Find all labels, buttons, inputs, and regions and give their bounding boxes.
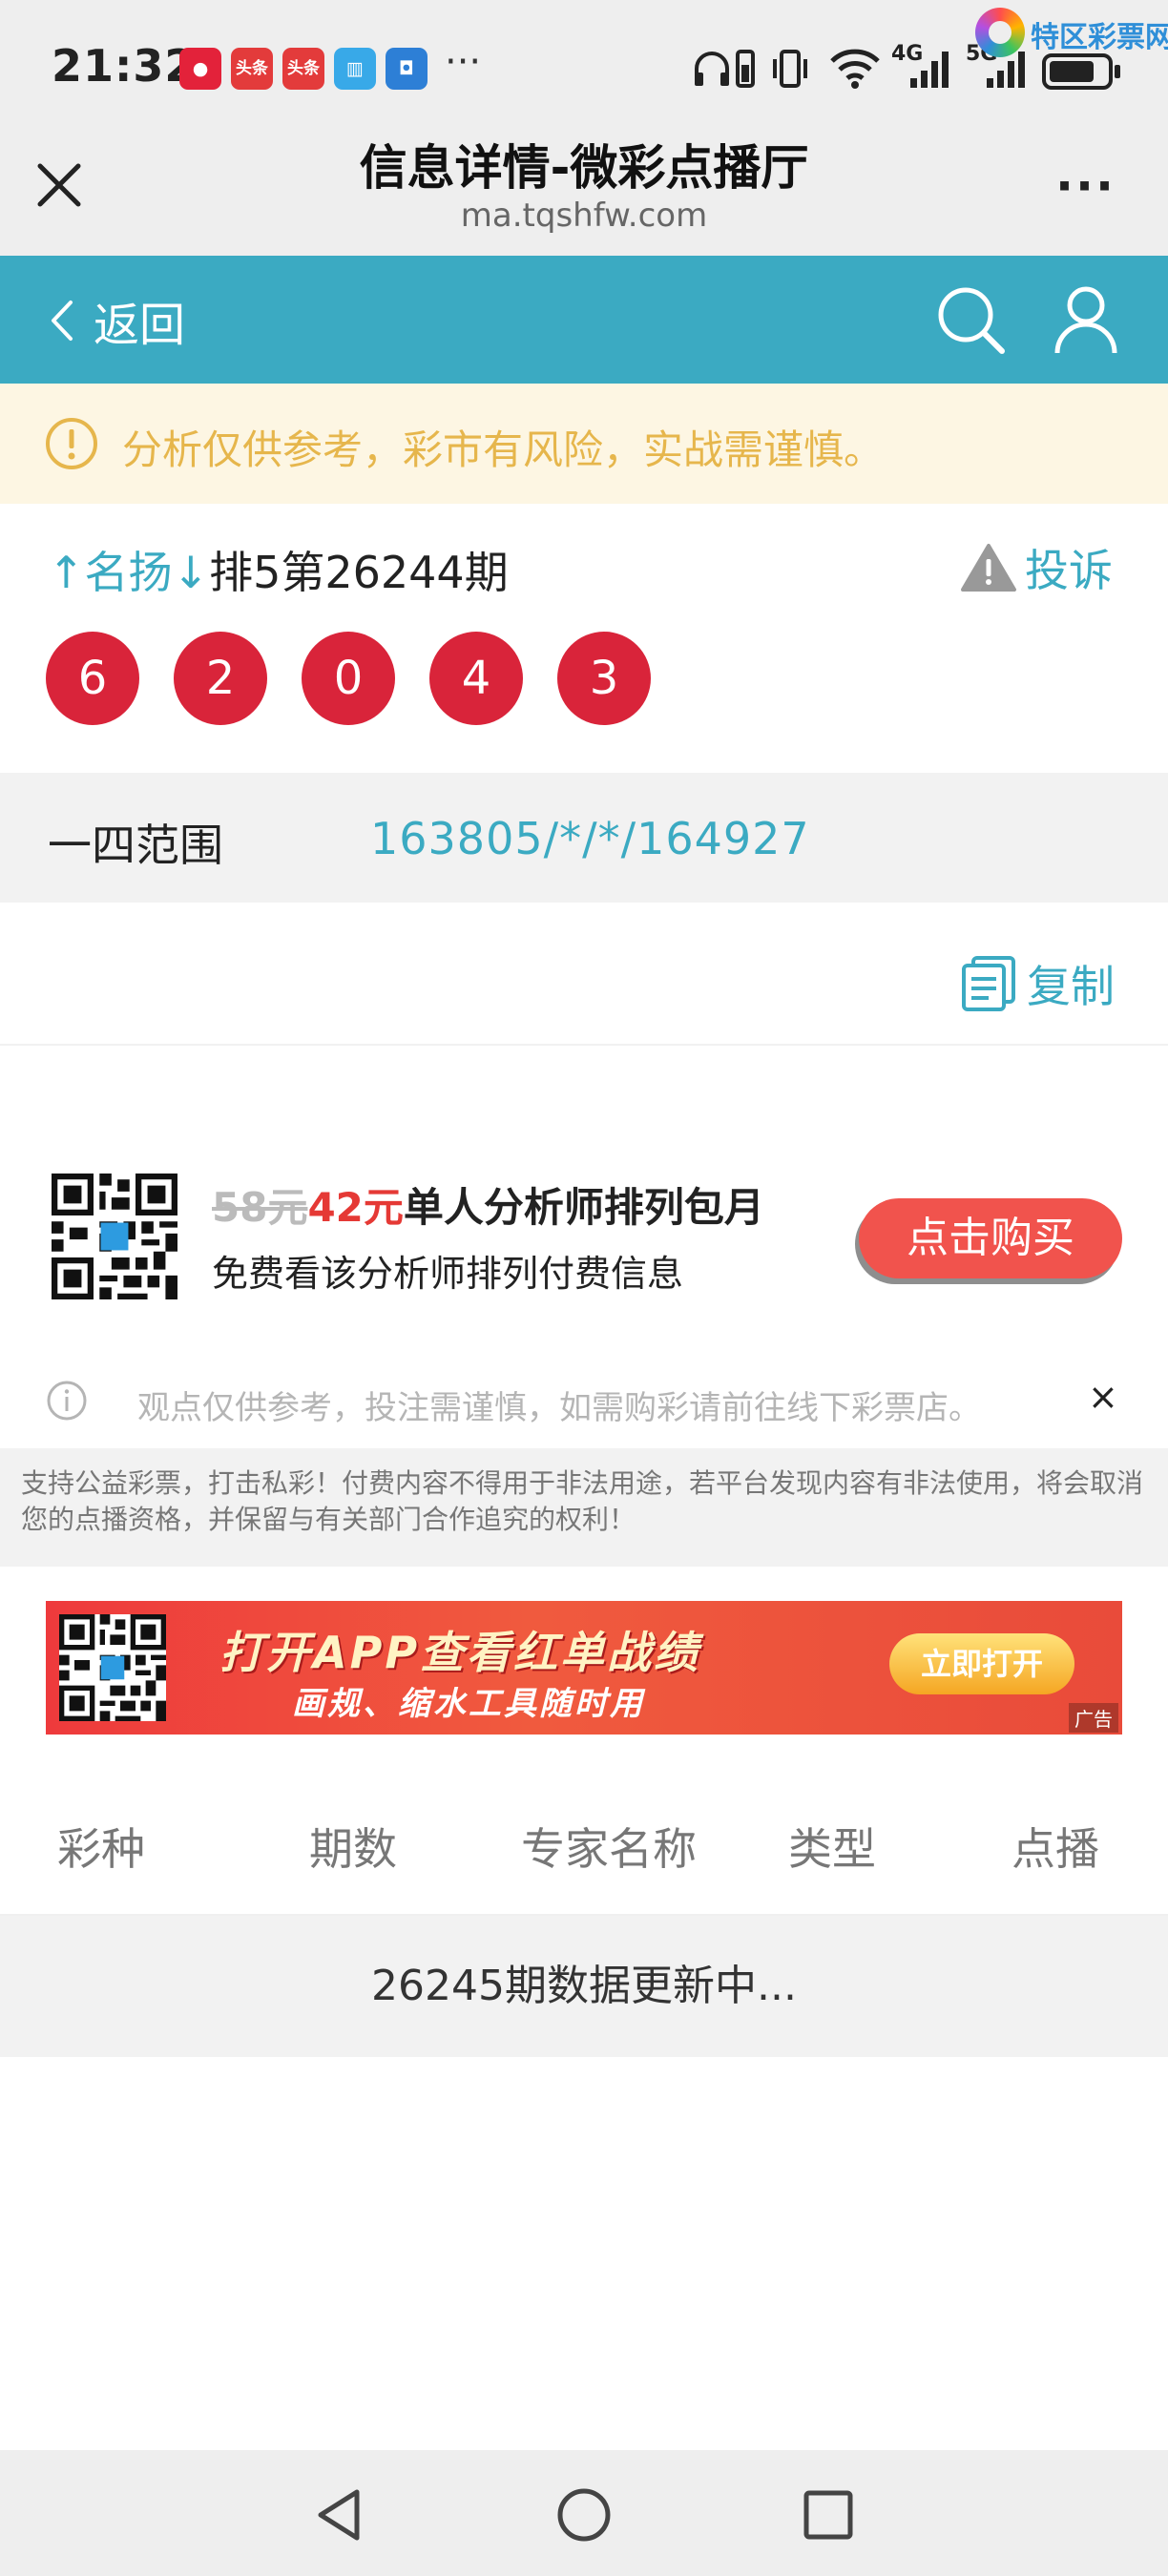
ad-headline: 打开APP查看红单战绩 bbox=[219, 1627, 701, 1678]
number-ball: 0 bbox=[302, 632, 395, 725]
status-bar: 21:32 ● 头条 头条 ▥ ◘ ··· 4G 5G 特区彩票网 bbox=[0, 8, 1168, 103]
watermark-text: 特区彩票网 bbox=[1031, 21, 1168, 54]
number-ball: 6 bbox=[46, 632, 139, 725]
ad-badge: 广告 bbox=[1069, 1703, 1118, 1733]
package-name: 单人分析师排列包月 bbox=[403, 1184, 764, 1231]
battery-icon bbox=[1042, 53, 1120, 90]
recents-square-icon[interactable] bbox=[798, 2484, 859, 2545]
battery-level bbox=[1050, 61, 1094, 82]
issue-header: ↑名扬↓排5第26244期 投诉 6 2 0 4 3 bbox=[0, 504, 1168, 777]
old-price: 58元 bbox=[212, 1184, 308, 1231]
page-url: ma.tqshfw.com bbox=[460, 197, 708, 235]
vibrate-icon bbox=[773, 50, 807, 88]
search-icon[interactable] bbox=[935, 284, 1006, 355]
column-header: 期数 bbox=[309, 1823, 397, 1875]
app-download-ad[interactable]: 打开APP查看红单战绩 画规、缩水工具随时用 立即打开 广告 bbox=[46, 1601, 1122, 1735]
table-header: 彩种 期数 专家名称 类型 点播 bbox=[0, 1773, 1168, 1916]
number-ball: 2 bbox=[174, 632, 267, 725]
browser-header: 21:32 ● 头条 头条 ▥ ◘ ··· 4G 5G 特区彩票网 bbox=[0, 0, 1168, 134]
ad-subline: 画规、缩水工具随时用 bbox=[292, 1685, 645, 1723]
toutiao-icon-2: 头条 bbox=[282, 48, 324, 90]
copy-row: 复制 bbox=[0, 903, 1168, 1046]
toutiao-icon: 头条 bbox=[231, 48, 273, 90]
issue-title: ↑名扬↓排5第26244期 bbox=[48, 538, 509, 601]
ad-open-button[interactable]: 立即打开 bbox=[889, 1633, 1074, 1694]
sim-icon bbox=[736, 50, 755, 88]
notice-text: 观点仅供参考，投注需谨慎，如需购彩请前往线下彩票店。 bbox=[137, 1389, 981, 1427]
book-app-icon: ▥ bbox=[334, 48, 376, 90]
info-icon bbox=[46, 418, 97, 469]
status-time: 21:32 bbox=[52, 40, 197, 92]
home-circle-icon[interactable] bbox=[553, 2484, 615, 2545]
complain-label: 投诉 bbox=[1025, 545, 1113, 596]
app-notification-icon: ● bbox=[179, 48, 221, 90]
column-header: 点播 bbox=[1012, 1823, 1099, 1875]
system-navigation-bar bbox=[0, 2450, 1168, 2576]
site-navbar: 返回 bbox=[0, 256, 1168, 384]
copy-button[interactable]: 复制 bbox=[960, 952, 1115, 1015]
chevron-left-icon bbox=[52, 301, 73, 341]
watermark-logo-icon bbox=[975, 8, 1025, 57]
wifi-icon bbox=[830, 49, 880, 89]
back-button[interactable]: 返回 bbox=[50, 290, 186, 352]
more-menu-icon[interactable]: ··· bbox=[1055, 158, 1116, 214]
risk-warning-banner: 分析仅供参考，彩市有风险，实战需谨慎。 bbox=[0, 384, 1168, 504]
promo-subtitle: 免费看该分析师排列付费信息 bbox=[212, 1253, 684, 1295]
number-ball: 4 bbox=[429, 632, 523, 725]
purchase-notice: 观点仅供参考，投注需谨慎，如需购彩请前往线下彩票店。 × bbox=[0, 1355, 1168, 1446]
copy-icon bbox=[962, 956, 1015, 1011]
copy-label: 复制 bbox=[1027, 961, 1115, 1012]
monthly-package-promo: 58元42元单人分析师排列包月 免费看该分析师排列付费信息 点击购买 bbox=[0, 1126, 1168, 1345]
buy-button[interactable]: 点击购买 bbox=[859, 1198, 1122, 1278]
page-title: 信息详情-微彩点播厅 bbox=[359, 140, 809, 196]
more-notifications-icon: ··· bbox=[445, 40, 482, 84]
ad-qr-code-icon bbox=[59, 1614, 166, 1721]
headphones-icon bbox=[695, 52, 729, 86]
legal-disclaimer: 支持公益彩票，打击私彩！付费内容不得用于非法用途，若平台发现内容有非法使用，将会… bbox=[0, 1448, 1168, 1567]
promo-title: 58元42元单人分析师排列包月 bbox=[212, 1175, 764, 1234]
new-price: 42元 bbox=[307, 1184, 404, 1231]
user-icon[interactable] bbox=[1053, 284, 1118, 355]
column-header: 类型 bbox=[788, 1823, 876, 1875]
back-triangle-icon[interactable] bbox=[309, 2484, 370, 2545]
issue-number: 排5第26244期 bbox=[209, 547, 509, 598]
risk-warning-text: 分析仅供参考，彩市有风险，实战需谨慎。 bbox=[122, 426, 885, 473]
range-value: 163805/*/*/164927 bbox=[370, 813, 810, 864]
qr-code-icon bbox=[52, 1174, 177, 1299]
signal-4g-icon bbox=[910, 52, 949, 88]
prediction-range-row: 一四范围 163805/*/*/164927 bbox=[0, 773, 1168, 903]
wallet-app-icon: ◘ bbox=[386, 48, 428, 90]
winning-numbers: 6 2 0 4 3 bbox=[46, 632, 685, 725]
expert-name-link[interactable]: ↑名扬↓ bbox=[48, 547, 209, 598]
info-circle-icon bbox=[47, 1381, 87, 1421]
close-icon[interactable]: × bbox=[1088, 1376, 1118, 1418]
warning-triangle-icon bbox=[961, 544, 1016, 592]
column-header: 专家名称 bbox=[521, 1823, 697, 1875]
column-header: 彩种 bbox=[57, 1823, 145, 1875]
table-status-row: 26245期数据更新中... bbox=[0, 1916, 1168, 2057]
number-ball: 3 bbox=[557, 632, 651, 725]
range-label: 一四范围 bbox=[48, 820, 223, 871]
complain-button[interactable]: 投诉 bbox=[960, 536, 1113, 599]
back-label: 返回 bbox=[94, 299, 186, 352]
